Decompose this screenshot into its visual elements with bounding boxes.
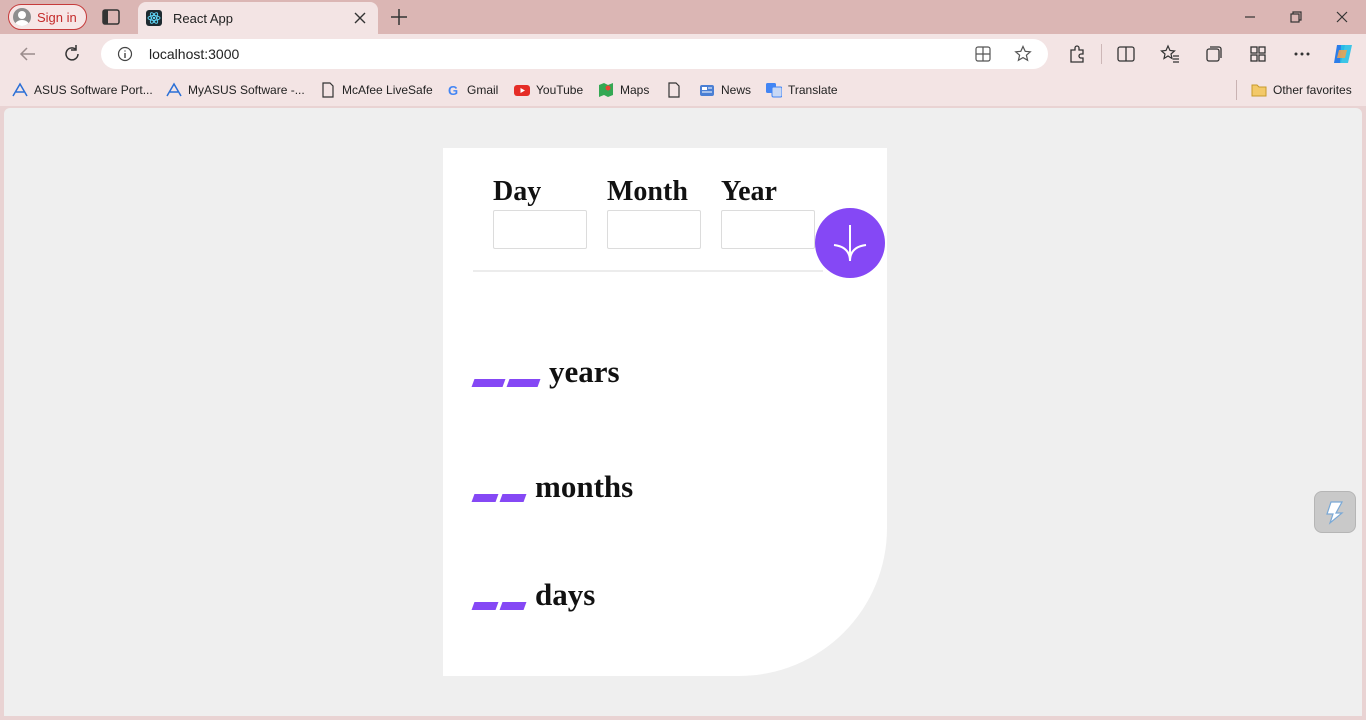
sign-in-label: Sign in — [37, 9, 77, 25]
bookmark-mcafee-livesafe[interactable]: McAfee LiveSafe — [320, 81, 433, 99]
copilot-icon[interactable] — [1331, 42, 1355, 66]
translate-icon — [766, 82, 782, 98]
bookmark-myasus-software[interactable]: MyASUS Software -... — [166, 81, 305, 99]
day-input[interactable] — [493, 210, 587, 249]
arrow-down-icon — [833, 225, 867, 262]
months-result: months — [471, 469, 634, 504]
feedback-icon — [1326, 501, 1344, 525]
favorite-star-icon[interactable] — [1014, 45, 1032, 63]
youtube-icon — [514, 82, 530, 98]
age-calculator-card: Day Month Year years months days — [443, 148, 887, 676]
page-icon — [666, 82, 682, 98]
bookmark-untitled[interactable] — [666, 81, 688, 99]
bookmark-other-favorites[interactable]: Other favorites — [1251, 81, 1352, 99]
form-divider — [473, 270, 823, 272]
site-info-icon[interactable] — [117, 46, 133, 62]
year-label: Year — [721, 176, 777, 207]
close-window-icon[interactable] — [1333, 8, 1351, 26]
months-value — [471, 494, 527, 502]
tab-title: React App — [173, 10, 233, 26]
bookmark-label: News — [721, 83, 752, 97]
address-bar[interactable]: localhost:3000 — [101, 39, 1048, 69]
profile-avatar-icon — [13, 8, 31, 26]
close-tab-icon[interactable] — [352, 10, 368, 26]
month-input[interactable] — [607, 210, 701, 249]
month-label: Month — [607, 176, 688, 207]
bookmark-maps[interactable]: Maps — [598, 81, 649, 99]
year-input[interactable] — [721, 210, 815, 249]
app-available-icon[interactable] — [974, 45, 992, 63]
bookmark-label: Gmail — [467, 83, 499, 97]
day-label: Day — [493, 176, 542, 207]
page-icon — [320, 82, 336, 98]
sidebar-toggle-button[interactable] — [1314, 491, 1356, 533]
folder-icon — [1251, 82, 1267, 98]
tab-actions-icon[interactable] — [101, 8, 121, 26]
restore-icon[interactable] — [1287, 8, 1305, 26]
bookmark-label: MyASUS Software -... — [188, 83, 305, 97]
tab-strip: Sign in React App — [0, 0, 1366, 34]
google-icon: G — [447, 82, 459, 98]
minimize-icon[interactable] — [1241, 8, 1259, 26]
bookmark-gmail[interactable]: G Gmail — [445, 81, 498, 99]
navigation-toolbar: localhost:3000 — [0, 34, 1366, 74]
react-logo-icon — [146, 10, 162, 26]
url-text[interactable]: localhost:3000 — [149, 46, 239, 62]
bookmark-label: Translate — [788, 83, 838, 97]
maps-icon — [598, 82, 614, 98]
bookmark-youtube[interactable]: YouTube — [514, 81, 583, 99]
months-unit-label: months — [535, 469, 634, 504]
years-unit-label: years — [549, 354, 620, 389]
back-icon[interactable] — [18, 44, 38, 64]
page-viewport: Day Month Year years months days — [4, 108, 1362, 716]
more-options-icon[interactable] — [1292, 44, 1312, 64]
news-icon — [699, 82, 715, 98]
years-value — [471, 379, 541, 387]
collections-icon[interactable] — [1204, 44, 1224, 64]
browser-essentials-icon[interactable] — [1248, 44, 1268, 64]
bookmark-news[interactable]: News — [699, 81, 751, 99]
toolbar-divider — [1101, 44, 1102, 64]
years-result: years — [471, 354, 620, 389]
tab-react-app[interactable]: React App — [138, 2, 378, 34]
bookmark-label: YouTube — [536, 83, 584, 97]
bookmark-translate[interactable]: Translate — [766, 81, 838, 99]
days-value — [471, 602, 527, 610]
asus-icon — [12, 82, 28, 98]
asus-icon — [166, 82, 182, 98]
bookmark-label: Other favorites — [1273, 83, 1352, 97]
submit-button[interactable] — [815, 208, 885, 278]
favorites-icon[interactable] — [1160, 44, 1180, 64]
bookmark-asus-software-portal[interactable]: ASUS Software Port... — [12, 81, 153, 99]
bookmark-label: McAfee LiveSafe — [342, 83, 433, 97]
bookmark-label: Maps — [620, 83, 650, 97]
sign-in-button[interactable]: Sign in — [8, 4, 87, 30]
bookmarks-divider — [1236, 80, 1237, 100]
days-result: days — [471, 577, 596, 612]
split-screen-icon[interactable] — [1116, 44, 1136, 64]
bookmark-label: ASUS Software Port... — [34, 83, 153, 97]
extensions-icon[interactable] — [1067, 44, 1087, 64]
refresh-icon[interactable] — [62, 44, 82, 64]
bookmarks-bar: ASUS Software Port... MyASUS Software -.… — [0, 74, 1366, 106]
new-tab-icon[interactable] — [389, 7, 409, 27]
days-unit-label: days — [535, 577, 596, 612]
